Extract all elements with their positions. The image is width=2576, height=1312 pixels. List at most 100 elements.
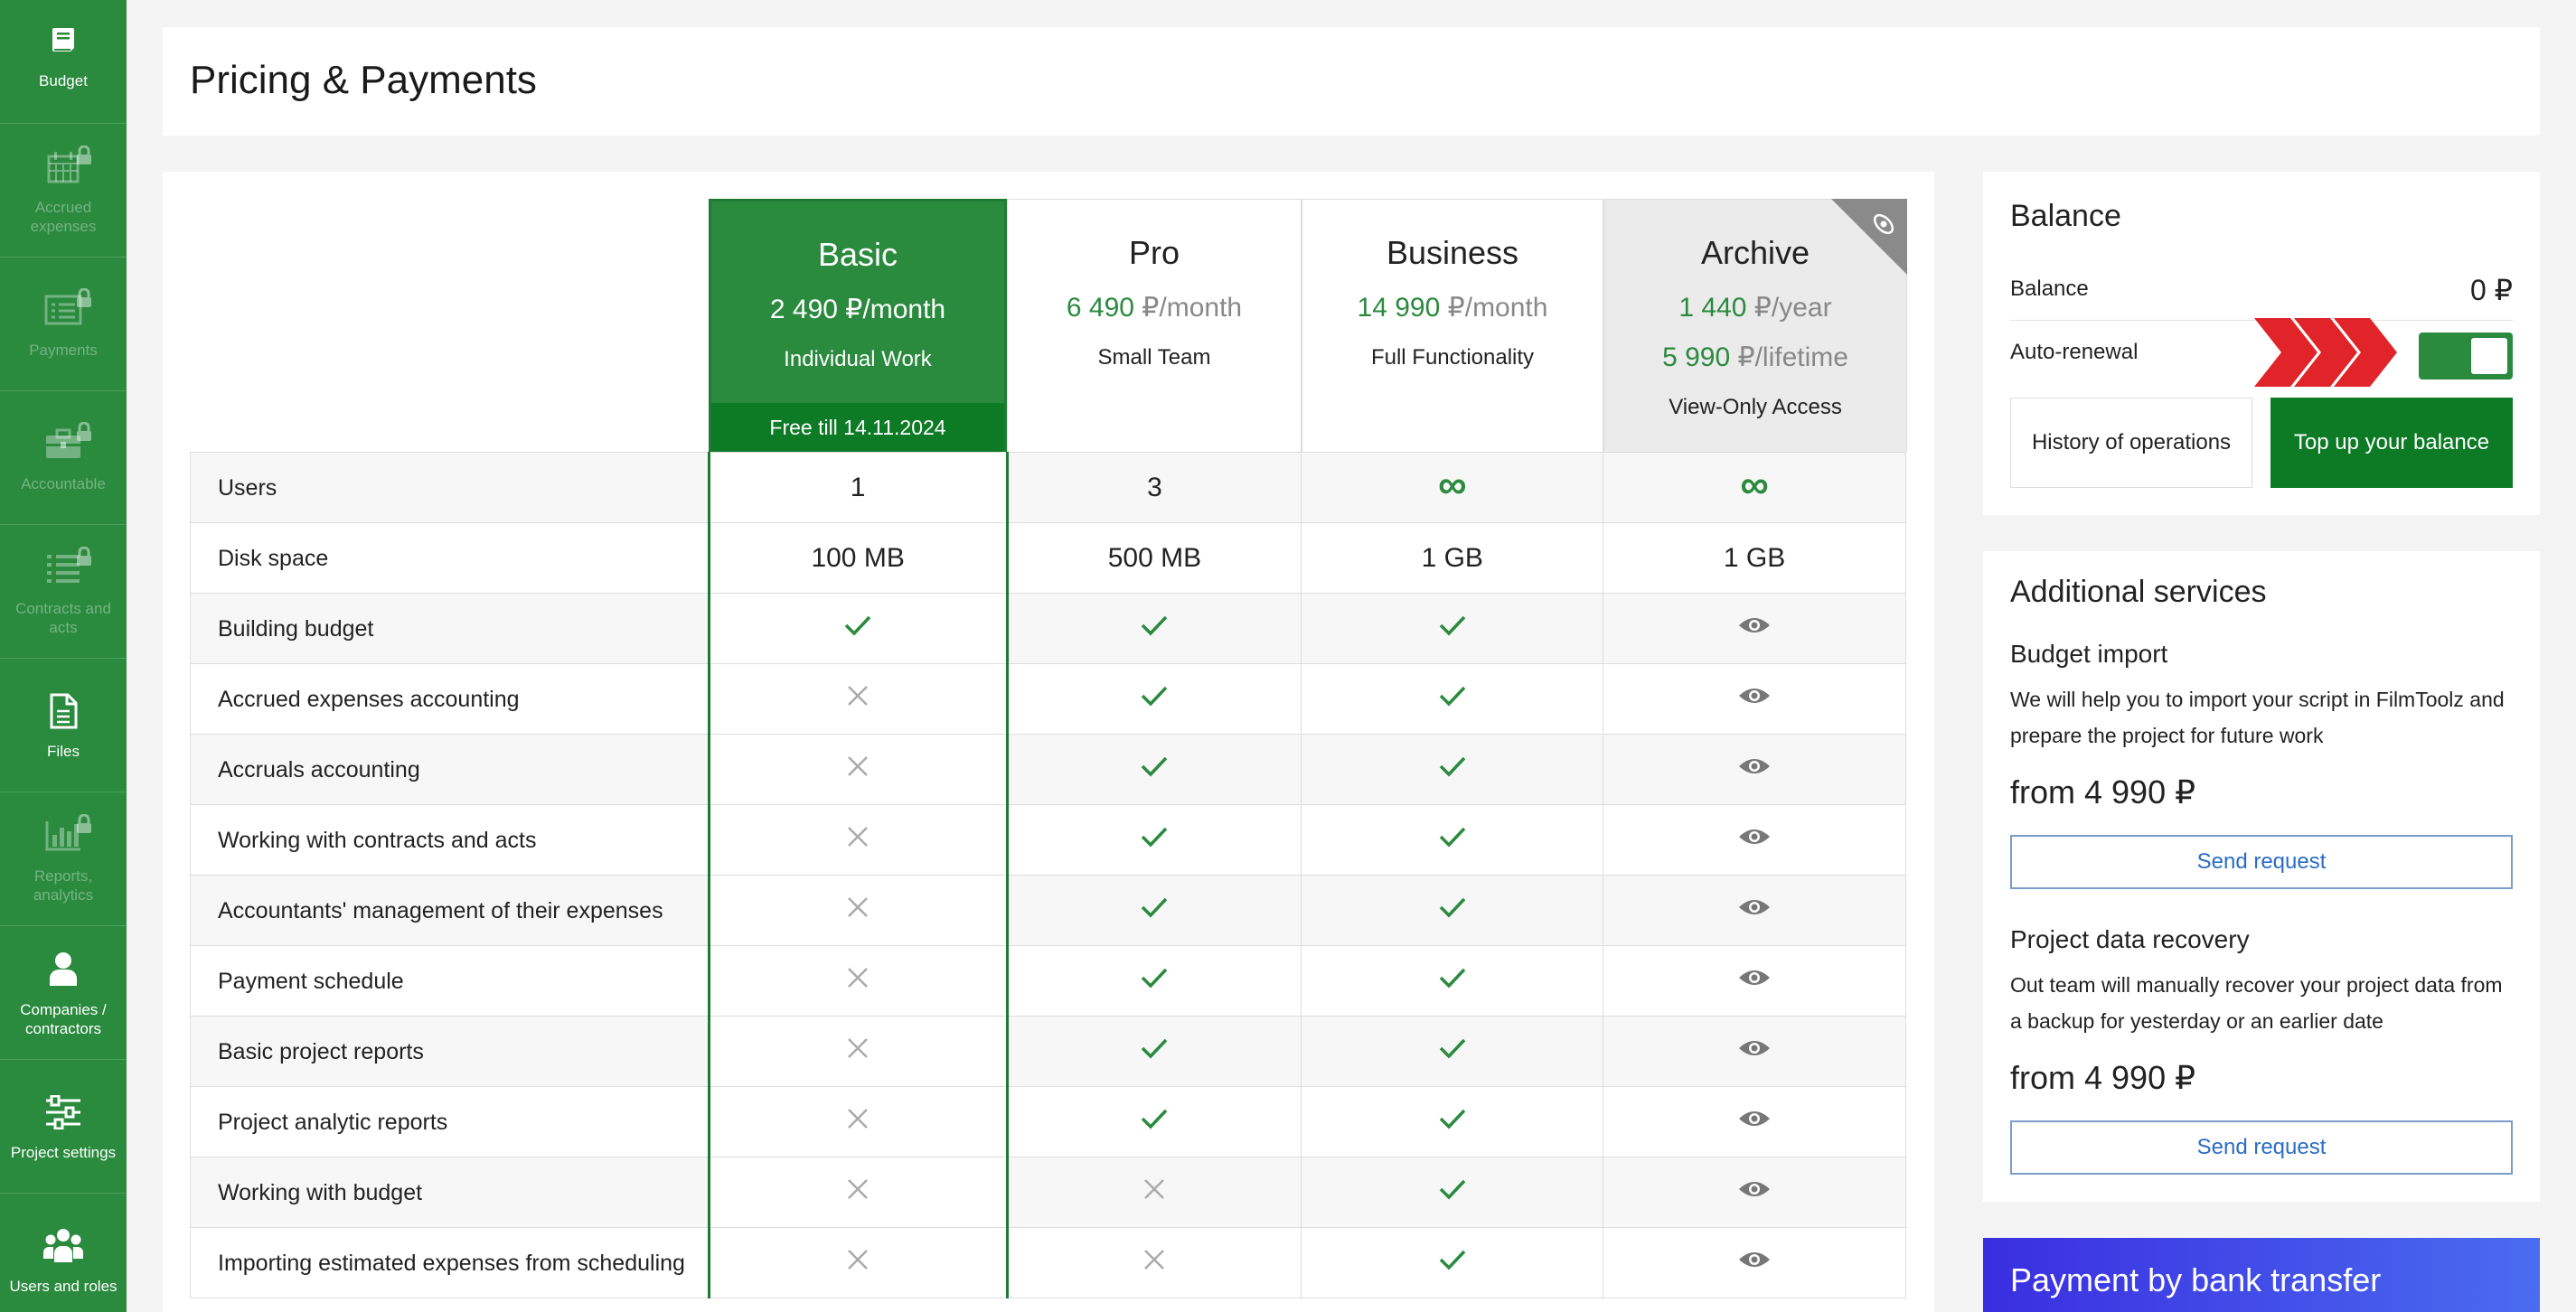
feature-cell-business <box>1301 1086 1604 1157</box>
service-description: Out team will manually recover your proj… <box>2010 973 2503 1033</box>
check-icon <box>1140 968 1169 995</box>
check-icon <box>1140 615 1169 642</box>
feature-row: Accrued expenses accounting <box>190 663 1906 735</box>
price-unit: ₽/month <box>837 295 946 324</box>
sidebar-item-label: Users and roles <box>9 1278 118 1295</box>
sidebar-item-label: Payments <box>29 342 98 359</box>
cross-icon <box>846 1038 870 1065</box>
users-icon <box>38 1224 89 1268</box>
balance-value: 0 ₽ <box>2469 274 2513 306</box>
toggle-knob <box>2471 338 2507 374</box>
sidebar-item-label: Accrued expenses <box>30 198 97 235</box>
check-icon <box>1438 897 1467 924</box>
feature-cell-business <box>1301 663 1604 735</box>
feature-row: Accountants' management of their expense… <box>190 875 1906 946</box>
lock-icon <box>76 145 92 170</box>
plan-subtitle: Small Team <box>1097 345 1211 370</box>
sidebar: Budget Accrued expenses Payments Account… <box>0 0 127 1312</box>
sidebar-item-payments[interactable]: Payments <box>0 258 127 391</box>
price-amount: 14 990 <box>1357 293 1441 323</box>
plan-price-lifetime: 5 990 ₽/lifetime <box>1604 342 1906 373</box>
feature-cell-pro: 3 <box>1006 452 1302 523</box>
feature-cell-pro <box>1006 945 1302 1017</box>
feature-name: Working with contracts and acts <box>190 804 710 876</box>
feature-name: Accountants' management of their expense… <box>190 875 710 946</box>
send-request-button[interactable]: Send request <box>2010 1120 2513 1175</box>
feature-name: Accrued expenses accounting <box>190 663 710 735</box>
price-unit: ₽/month <box>1133 293 1243 323</box>
feature-cell-business: 1 GB <box>1301 522 1604 594</box>
eye-icon <box>1737 1251 1772 1277</box>
feature-cell-basic: 1 <box>707 452 1009 523</box>
features-table: Users 1 3 ∞ ∞ Disk space 100 MB 500 MB 1 GB 1 GB B… <box>190 452 1906 1298</box>
eye-icon <box>1737 899 1772 924</box>
sidebar-item-users-and-roles[interactable]: Users and roles <box>0 1194 127 1312</box>
lock-icon <box>76 546 92 571</box>
plan-basic[interactable]: Basic 2 490 ₽/month Individual Work Free… <box>709 199 1007 452</box>
plan-business[interactable]: Business 14 990 ₽/month Full Functionali… <box>1302 199 1603 452</box>
feature-cell-basic <box>707 804 1009 876</box>
sidebar-item-budget[interactable]: Budget <box>0 0 127 124</box>
sidebar-item-contracts-and-acts[interactable]: Contracts and acts <box>0 525 127 659</box>
sidebar-item-accrued-expenses[interactable]: Accrued expenses <box>0 124 127 258</box>
feature-name: Working with budget <box>190 1157 710 1228</box>
cross-icon <box>1142 1179 1166 1206</box>
sidebar-item-companies-contractors[interactable]: Companies / contractors <box>0 926 127 1060</box>
feature-row: Importing estimated expenses from schedu… <box>190 1227 1906 1298</box>
check-icon <box>1438 827 1467 854</box>
feature-name: Importing estimated expenses from schedu… <box>190 1227 710 1298</box>
plan-subtitle: Individual Work <box>784 347 932 371</box>
sidebar-item-files[interactable]: Files <box>0 659 127 792</box>
feature-name: Users <box>190 452 710 523</box>
cross-icon <box>846 897 870 924</box>
service-project-data-recovery: Project data recovery Out team will manu… <box>2010 925 2513 1175</box>
services-title: Additional services <box>2010 575 2267 609</box>
lock-icon <box>76 813 92 839</box>
plan-archive[interactable]: Archive 1 440 ₽/year 5 990 ₽/lifetime Vi… <box>1603 199 1907 452</box>
check-icon <box>1140 1038 1169 1065</box>
page-title: Pricing & Payments <box>190 58 537 102</box>
sidebar-item-label: Companies / contractors <box>20 1000 107 1037</box>
top-up-balance-button[interactable]: Top up your balance <box>2270 398 2513 488</box>
feature-value: 1 GB <box>1421 542 1483 573</box>
feature-cell-archive <box>1603 1227 1906 1298</box>
book-icon <box>38 19 89 62</box>
check-icon <box>1140 827 1169 854</box>
check-icon <box>1438 1038 1467 1065</box>
briefcase-icon <box>38 421 92 465</box>
lock-icon <box>76 421 92 446</box>
feature-cell-basic <box>707 663 1009 735</box>
feature-cell-business <box>1301 1227 1604 1298</box>
feature-cell-pro <box>1006 1227 1302 1298</box>
additional-services-card: Additional services Budget import We wil… <box>1983 551 2540 1202</box>
eye-icon <box>1737 617 1772 642</box>
eye-icon <box>1737 688 1772 713</box>
feature-name: Building budget <box>190 593 710 664</box>
balance-row: Balance 0 ₽ <box>2010 274 2513 306</box>
send-request-button[interactable]: Send request <box>2010 835 2513 889</box>
eye-icon <box>1737 1040 1772 1065</box>
feature-cell-archive <box>1603 663 1906 735</box>
sidebar-item-label: Reports, analytics <box>33 867 94 904</box>
eye-icon <box>1737 1181 1772 1206</box>
cross-icon <box>846 1109 870 1136</box>
feature-cell-archive <box>1603 593 1906 664</box>
check-icon <box>1438 968 1467 995</box>
feature-cell-business <box>1301 804 1604 876</box>
plan-price: 6 490 ₽/month <box>1008 292 1301 323</box>
feature-row: Accruals accounting <box>190 734 1906 805</box>
check-icon <box>1438 1250 1467 1277</box>
sidebar-item-reports-analytics[interactable]: Reports, analytics <box>0 792 127 926</box>
feature-cell-basic <box>707 1157 1009 1228</box>
feature-cell-archive <box>1603 945 1906 1017</box>
autorenewal-toggle[interactable] <box>2419 333 2513 380</box>
feature-row: Building budget <box>190 593 1906 664</box>
autorenewal-label: Auto-renewal <box>2010 340 2139 364</box>
bank-transfer-card[interactable]: Payment by bank transfer <box>1983 1238 2540 1312</box>
plan-pro[interactable]: Pro 6 490 ₽/month Small Team <box>1007 199 1302 452</box>
sidebar-item-accountable[interactable]: Accountable <box>0 391 127 525</box>
history-of-operations-button[interactable]: History of operations <box>2010 398 2252 488</box>
price-amount: 2 490 <box>769 295 838 324</box>
plan-name: Basic <box>817 236 898 273</box>
sidebar-item-project-settings[interactable]: Project settings <box>0 1060 127 1194</box>
